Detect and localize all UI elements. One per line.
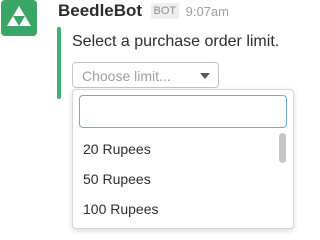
- select-value: Choose limit...: [82, 68, 171, 84]
- option-list: 20 Rupees 50 Rupees 100 Rupees: [73, 134, 283, 224]
- bot-badge: BOT: [150, 3, 180, 19]
- message-timestamp[interactable]: 9:07am: [186, 4, 229, 19]
- triforce-icon: [7, 6, 31, 26]
- chevron-down-icon: [200, 73, 210, 79]
- dropdown-scrollbar[interactable]: [279, 133, 286, 163]
- message-header: BeedleBot BOT 9:07am: [58, 1, 229, 23]
- option-20-rupees[interactable]: 20 Rupees: [73, 134, 283, 164]
- attachment-accent-bar: [57, 27, 61, 99]
- limit-select[interactable]: Choose limit...: [72, 62, 219, 88]
- dropdown-search-input[interactable]: [79, 95, 287, 128]
- bot-avatar[interactable]: [1, 0, 37, 36]
- option-100-rupees[interactable]: 100 Rupees: [73, 194, 283, 224]
- limit-dropdown: 20 Rupees 50 Rupees 100 Rupees: [72, 89, 294, 229]
- bot-name[interactable]: BeedleBot: [58, 1, 142, 20]
- option-50-rupees[interactable]: 50 Rupees: [73, 164, 283, 194]
- message-text: Select a purchase order limit.: [72, 33, 280, 50]
